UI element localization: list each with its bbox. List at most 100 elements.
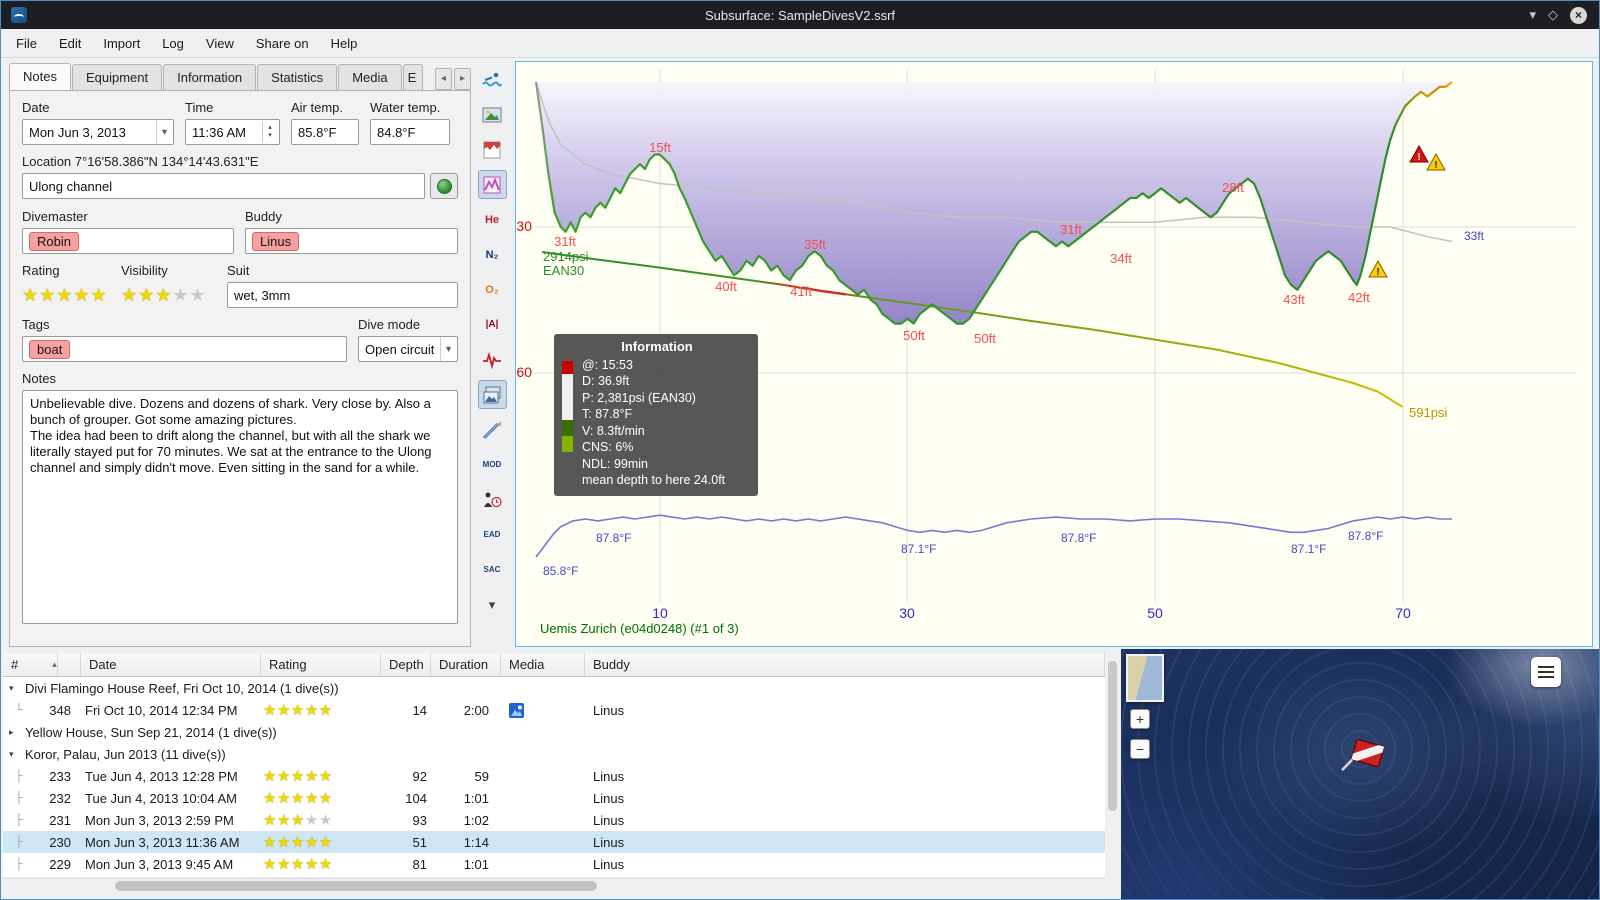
svg-text:33ft: 33ft bbox=[1464, 229, 1485, 243]
trip-row[interactable]: ▸ Yellow House, Sun Sep 21, 2014 (1 dive(… bbox=[3, 721, 1105, 743]
chevron-down-icon[interactable]: ▾ bbox=[9, 749, 23, 760]
divemaster-token[interactable]: Robin bbox=[29, 231, 79, 251]
column-header-depth[interactable]: Depth bbox=[381, 653, 431, 676]
svg-text:87.1°F: 87.1°F bbox=[1291, 542, 1326, 556]
visibility-stars[interactable]: ★★★★★ bbox=[121, 282, 216, 308]
mod-icon[interactable]: MOD bbox=[478, 450, 507, 479]
tab-e[interactable]: E bbox=[402, 64, 423, 90]
column-header-duration[interactable]: Duration bbox=[431, 653, 501, 676]
trip-row[interactable]: ▾ Koror, Palau, Jun 2013 (11 dive(s)) bbox=[3, 743, 1105, 765]
airtemp-field[interactable]: 85.8°F bbox=[291, 119, 359, 145]
setpoint-icon[interactable]: |A| bbox=[478, 310, 507, 339]
scrollbar-thumb[interactable] bbox=[115, 881, 597, 891]
show-photo-icon[interactable] bbox=[478, 100, 507, 129]
airtemp-label: Air temp. bbox=[291, 100, 344, 115]
dive-row[interactable]: ├ 233 Tue Jun 4, 2013 12:28 PM ★★★★★ 92 59 Lin… bbox=[3, 765, 1105, 787]
divemaster-field[interactable]: Robin bbox=[22, 228, 234, 254]
pp-n2-icon[interactable]: N₂ bbox=[478, 240, 507, 269]
collapse-icon[interactable]: ▾ bbox=[478, 590, 507, 619]
photos-icon[interactable] bbox=[477, 380, 507, 409]
dive-computer-icon[interactable] bbox=[478, 65, 507, 94]
trip-row[interactable]: ▾ Divi Flamingo House Reef, Fri Oct 10, 2… bbox=[3, 677, 1105, 699]
ead-icon[interactable]: EAD bbox=[478, 520, 507, 549]
tab-equipment[interactable]: Equipment bbox=[71, 64, 163, 90]
tab-statistics[interactable]: Statistics bbox=[257, 64, 338, 90]
svg-text:87.8°F: 87.8°F bbox=[596, 531, 631, 545]
dive-list-header[interactable]: # ▴ Date Rating Depth Duration Media Buddy bbox=[3, 653, 1105, 677]
tab-information[interactable]: Information bbox=[163, 64, 257, 90]
suit-label: Suit bbox=[227, 263, 250, 278]
tooltip-line: NDL: 99min bbox=[582, 456, 648, 471]
svg-text:34ft: 34ft bbox=[1110, 251, 1132, 266]
location-globe-button[interactable] bbox=[430, 173, 458, 199]
tree-connector: └ bbox=[15, 704, 23, 716]
close-button[interactable]: × bbox=[1570, 6, 1587, 24]
minimize-button[interactable]: ▾ bbox=[1529, 7, 1536, 23]
suit-field[interactable]: wet, 3mm bbox=[227, 282, 458, 308]
map-menu-button[interactable] bbox=[1531, 657, 1561, 687]
column-header-num[interactable]: # ▴ bbox=[3, 653, 81, 676]
chevron-right-icon[interactable]: ▸ bbox=[9, 727, 23, 738]
notes-textarea[interactable]: Unbelievable dive. Dozens and dozens of … bbox=[22, 390, 458, 624]
tags-label: Tags bbox=[22, 317, 50, 332]
buddy-field[interactable]: Linus bbox=[245, 228, 458, 254]
tab-scroll-right-icon[interactable]: ▸ bbox=[454, 68, 471, 90]
buddy-token[interactable]: Linus bbox=[252, 231, 300, 251]
tooltip-line: D: 36.9ft bbox=[582, 374, 630, 388]
menu-import[interactable]: Import bbox=[92, 31, 151, 56]
map-zoom-out-button[interactable]: − bbox=[1130, 739, 1150, 759]
titlebar: Subsurface: SampleDivesV2.ssrf ▾ ◇ × bbox=[1, 1, 1599, 29]
dive-row[interactable]: ├ 231 Mon Jun 3, 2013 2:59 PM ★★★★★ 93 1:02 Li… bbox=[3, 809, 1105, 831]
divemode-dropdown[interactable]: Open circuit ▾ bbox=[358, 336, 458, 362]
vertical-scrollbar[interactable] bbox=[1106, 653, 1119, 892]
column-header-buddy[interactable]: Buddy bbox=[585, 653, 1105, 676]
heart-rate-icon[interactable] bbox=[478, 345, 507, 374]
hamburger-icon bbox=[1538, 666, 1554, 668]
deco-time-icon[interactable] bbox=[478, 485, 507, 514]
tab-notes[interactable]: Notes bbox=[9, 63, 71, 90]
sac-icon[interactable]: SAC bbox=[478, 555, 507, 584]
dc-ceiling-icon[interactable] bbox=[478, 135, 507, 164]
tab-scroll-left-icon[interactable]: ◂ bbox=[435, 68, 452, 90]
horizontal-scrollbar[interactable] bbox=[3, 878, 1105, 892]
rating-stars[interactable]: ★★★★★ bbox=[22, 282, 110, 308]
tab-media[interactable]: Media bbox=[338, 64, 402, 90]
chevron-down-icon[interactable]: ▾ bbox=[9, 683, 23, 694]
dive-flag-marker-icon[interactable] bbox=[1339, 733, 1391, 790]
menu-file[interactable]: File bbox=[5, 31, 48, 56]
location-field[interactable]: Ulong channel bbox=[22, 173, 425, 199]
svg-text:41ft: 41ft bbox=[790, 284, 812, 299]
pp-o2-icon[interactable]: O₂ bbox=[478, 275, 507, 304]
menu-log[interactable]: Log bbox=[151, 31, 195, 56]
date-label: Date bbox=[22, 100, 50, 115]
column-header-rating[interactable]: Rating bbox=[261, 653, 381, 676]
pp-he-icon[interactable]: He bbox=[478, 205, 507, 234]
calc-ceiling-icon[interactable] bbox=[477, 170, 507, 199]
dive-row[interactable]: └ 348 Fri Oct 10, 2014 12:34 PM ★★★★★ 14 2:00… bbox=[3, 699, 1105, 721]
map-zoom-in-button[interactable]: + bbox=[1130, 709, 1150, 729]
scrollbar-thumb[interactable] bbox=[1108, 661, 1117, 811]
dive-row[interactable]: ├ 229 Mon Jun 3, 2013 9:45 AM ★★★★★ 81 1:01 Li… bbox=[3, 853, 1105, 875]
svg-text:60: 60 bbox=[516, 364, 532, 380]
svg-text:EAN30: EAN30 bbox=[543, 263, 584, 278]
menu-edit[interactable]: Edit bbox=[48, 31, 92, 56]
column-header-media[interactable]: Media bbox=[501, 653, 585, 676]
dive-row[interactable]: ├ 232 Tue Jun 4, 2013 10:04 AM ★★★★★ 104 1:01… bbox=[3, 787, 1105, 809]
time-spinner[interactable]: 11:36 AM ▴ ▾ bbox=[185, 119, 280, 145]
watertemp-field[interactable]: 84.8°F bbox=[370, 119, 450, 145]
tag-token[interactable]: boat bbox=[29, 339, 71, 359]
ruler-icon[interactable] bbox=[478, 415, 507, 444]
menu-help[interactable]: Help bbox=[320, 31, 369, 56]
dive-row[interactable]: ├ 230 Mon Jun 3, 2013 11:36 AM ★★★★★ 51 1:14 L… bbox=[3, 831, 1105, 853]
dive-profile-chart: 30 60 10 30 50 70 31ft 2914psi EAN30 15ft 40ft 41ft… bbox=[515, 61, 1593, 647]
menu-share-on[interactable]: Share on bbox=[245, 31, 320, 56]
menu-view[interactable]: View bbox=[195, 31, 245, 56]
spinner-arrows-icon[interactable]: ▴ ▾ bbox=[262, 121, 277, 143]
maximize-button[interactable]: ◇ bbox=[1548, 7, 1558, 23]
chevron-down-icon: ▾ bbox=[155, 120, 167, 144]
dive-site-map[interactable]: + − bbox=[1121, 649, 1599, 899]
map-overview-inset[interactable] bbox=[1126, 654, 1164, 702]
tags-field[interactable]: boat bbox=[22, 336, 347, 362]
date-dropdown[interactable]: Mon Jun 3, 2013 ▾ bbox=[22, 119, 174, 145]
column-header-date[interactable]: Date bbox=[81, 653, 261, 676]
